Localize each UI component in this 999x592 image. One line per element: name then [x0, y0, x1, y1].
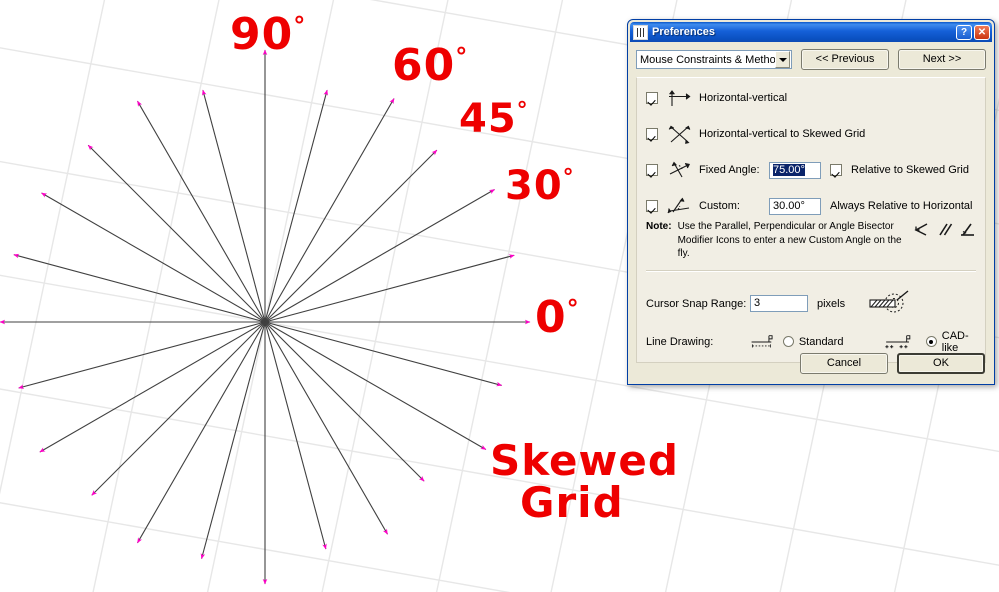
dialog-body: Mouse Constraints & Methods << Previous … — [628, 42, 994, 374]
custom-angle-value: 30.00° — [773, 199, 805, 212]
perpendicular-icon — [961, 223, 974, 236]
label-skewed-grid-line2: Grid — [520, 478, 624, 527]
dialog-titlebar[interactable]: Preferences ? ✕ — [630, 22, 992, 42]
horizontal-vertical-skewed-label: Horizontal-vertical to Skewed Grid — [699, 128, 866, 140]
cursor-snap-row: Cursor Snap Range: 3 pixels — [646, 289, 976, 318]
custom-angle-checkbox[interactable] — [646, 200, 658, 212]
note-label: Note: — [646, 221, 672, 232]
option-horizontal-vertical-skewed[interactable]: Horizontal-vertical to Skewed Grid — [646, 124, 976, 144]
standard-label: Standard — [798, 335, 844, 348]
line-drawing-label: Line Drawing: — [646, 335, 714, 348]
cad-like-line-icon — [885, 334, 911, 348]
cancel-button[interactable]: Cancel — [800, 353, 888, 374]
horizontal-vertical-skewed-checkbox[interactable] — [646, 128, 658, 140]
label-90deg: 90° — [230, 9, 307, 60]
screenshot-root: 90° 60° 45° 30° 0° Skewed Grid Preferences ? ✕… — [0, 0, 999, 592]
label-30deg: 30° — [505, 163, 575, 209]
relative-to-skewed-grid-checkbox[interactable] — [830, 164, 842, 176]
label-45deg: 45° — [459, 96, 529, 142]
modifier-icon-group — [913, 220, 976, 237]
snap-and-line-group: Cursor Snap Range: 3 pixels Line Drawing… — [636, 280, 986, 363]
custom-angle-input[interactable]: 30.00° — [769, 197, 821, 215]
note-divider — [646, 269, 976, 272]
option-fixed-angle[interactable]: Fixed Angle: 75.00° Relative to Skewed G… — [646, 160, 976, 180]
cross-arrow-icon — [669, 90, 691, 106]
ok-button[interactable]: OK — [897, 353, 985, 374]
chevron-down-icon[interactable] — [775, 51, 790, 68]
fixed-angle-value: 75.00° — [773, 163, 805, 176]
custom-angle-icon — [667, 197, 690, 214]
constraints-group: Horizontal-vertical Horizontal-vertical … — [636, 77, 986, 282]
note-block: Note: Use the Parallel, Perpendicular or… — [646, 220, 976, 261]
fixed-angle-checkbox[interactable] — [646, 164, 658, 176]
category-select-value: Mouse Constraints & Methods — [640, 53, 776, 66]
option-custom-angle[interactable]: Custom: 30.00° Always Relative to Horizo… — [646, 196, 976, 216]
cursor-snap-label: Cursor Snap Range: — [646, 297, 747, 310]
note-text: Use the Parallel, Perpendicular or Angle… — [677, 221, 902, 259]
standard-line-icon — [751, 334, 773, 348]
dialog-button-row: Cancel OK — [800, 353, 985, 374]
cursor-snap-input[interactable]: 3 — [750, 295, 808, 312]
option-horizontal-vertical[interactable]: Horizontal-vertical — [646, 88, 976, 108]
x-cross-arrow-icon — [668, 125, 691, 144]
fixed-angle-input[interactable]: 75.00° — [769, 161, 821, 179]
label-0deg: 0° — [535, 292, 580, 343]
snap-range-icon — [869, 289, 909, 312]
help-icon[interactable]: ? — [956, 24, 972, 40]
angle-bisector-icon — [914, 223, 928, 236]
cad-like-radio[interactable] — [925, 336, 937, 347]
fixed-angle-label: Fixed Angle: — [699, 164, 760, 176]
next-button[interactable]: Next >> — [898, 49, 986, 70]
dialog-toolbar: Mouse Constraints & Methods << Previous … — [636, 49, 986, 70]
custom-angle-label: Custom: — [699, 200, 740, 212]
category-select[interactable]: Mouse Constraints & Methods — [636, 50, 792, 69]
standard-radio[interactable] — [782, 336, 794, 347]
preferences-dialog[interactable]: Preferences ? ✕ Mouse Constraints & Meth… — [627, 19, 995, 385]
previous-button[interactable]: << Previous — [801, 49, 889, 70]
label-skewed-grid-line1: Skewed — [490, 436, 679, 485]
horizontal-vertical-checkbox[interactable] — [646, 92, 658, 104]
always-relative-to-horizontal-label: Always Relative to Horizontal — [830, 200, 973, 212]
cursor-snap-value: 3 — [754, 297, 761, 309]
fixed-angle-icon — [669, 161, 691, 178]
close-icon[interactable]: ✕ — [974, 24, 990, 40]
cursor-snap-unit: pixels — [817, 297, 846, 310]
horizontal-vertical-label: Horizontal-vertical — [699, 92, 788, 104]
cad-like-label: CAD-like — [941, 329, 969, 354]
line-drawing-row: Line Drawing: Standard CAD-like — [646, 330, 976, 354]
parallel-icon — [939, 223, 953, 236]
relative-to-skewed-grid-label: Relative to Skewed Grid — [851, 164, 969, 176]
label-60deg: 60° — [392, 40, 469, 91]
dialog-title: Preferences — [652, 26, 715, 38]
app-icon — [633, 24, 648, 40]
